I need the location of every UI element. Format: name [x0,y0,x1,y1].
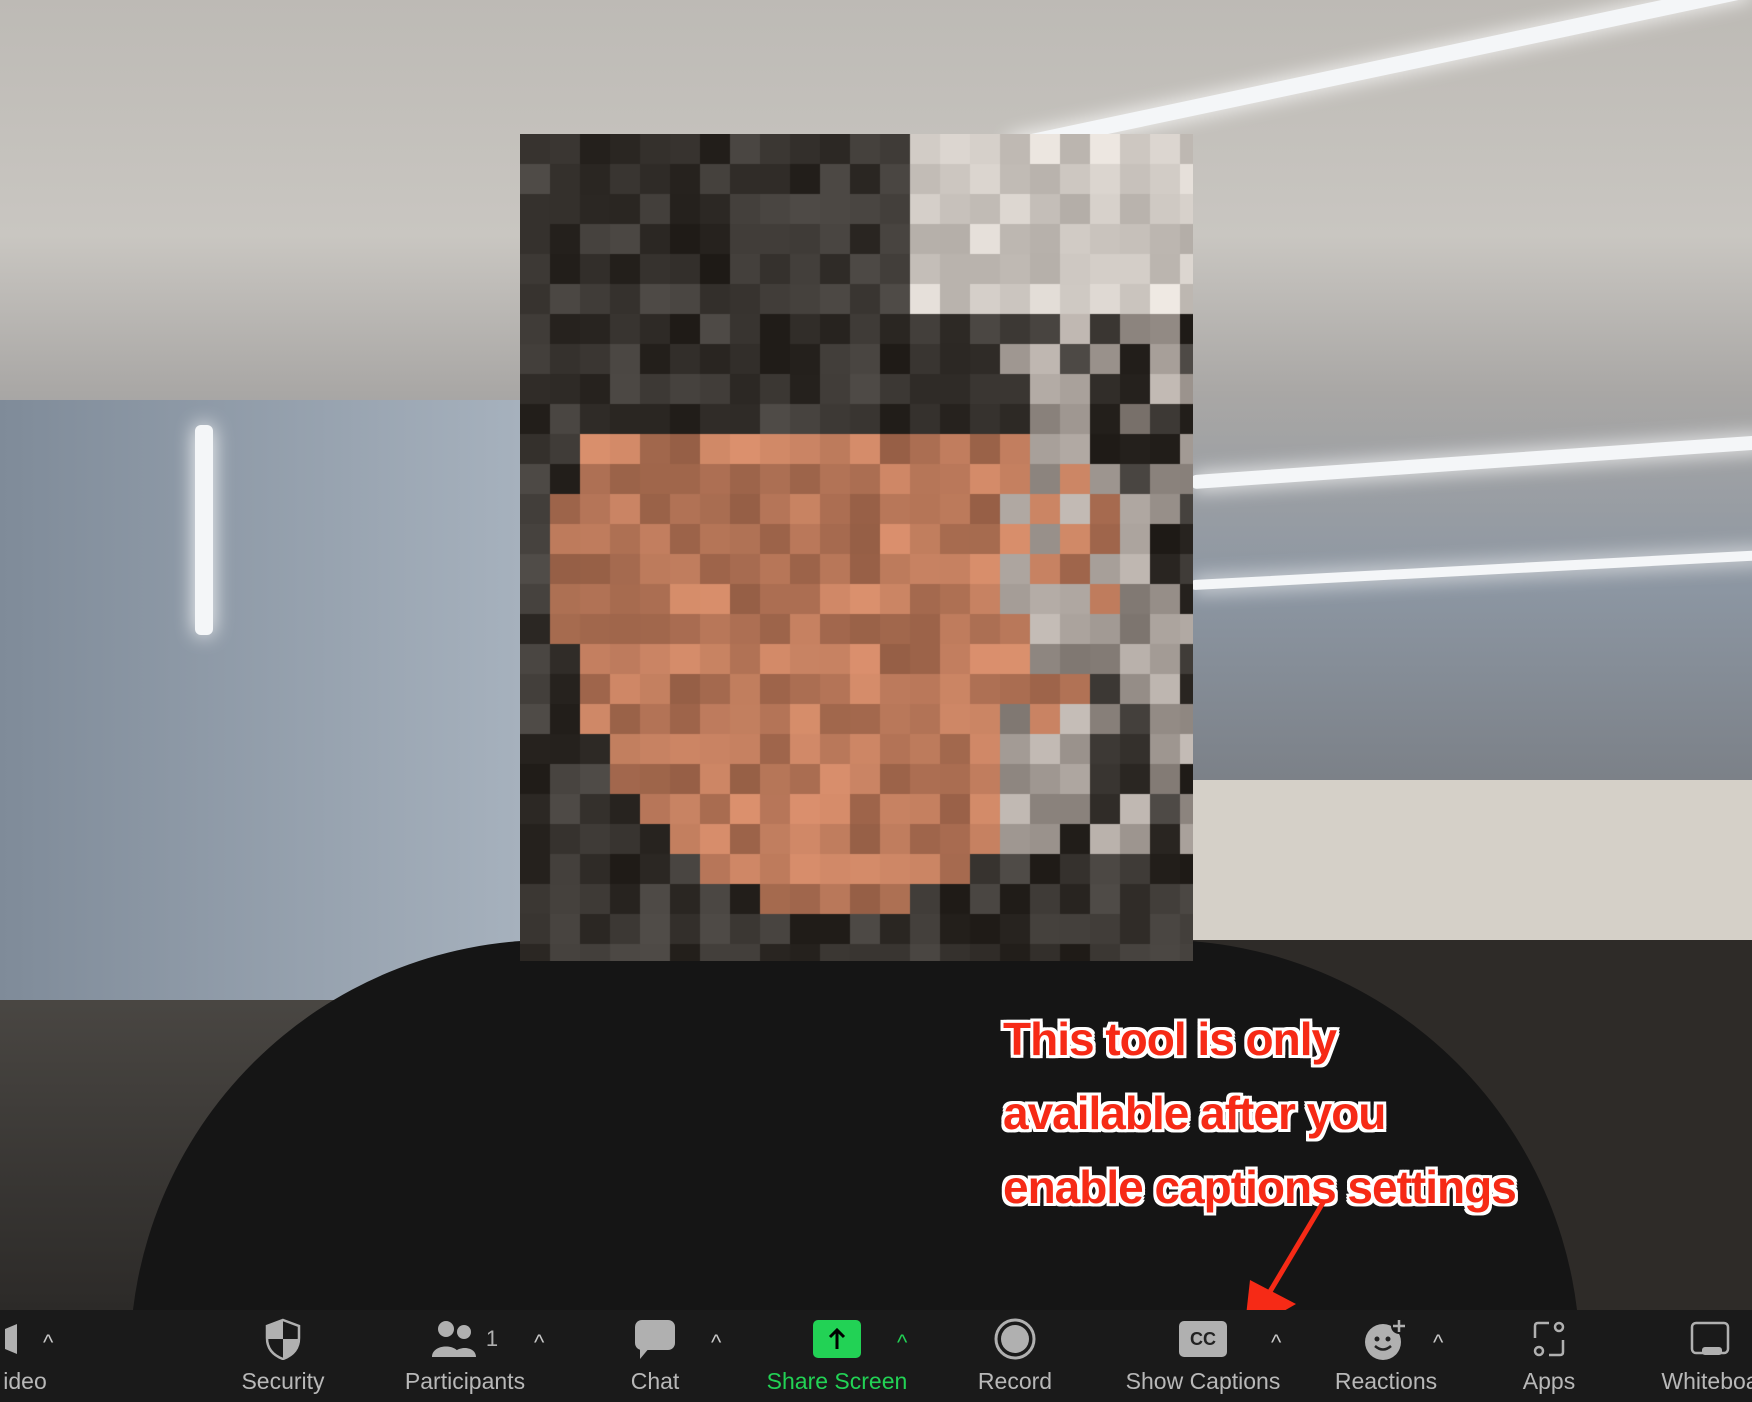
whiteboard-label: Whiteboa [1661,1368,1752,1394]
captions-options-caret[interactable]: ^ [1271,1330,1281,1356]
participants-label: Participants [404,1368,526,1394]
emoji-add-icon [1365,1318,1407,1360]
participants-options-caret[interactable]: ^ [534,1330,544,1356]
video-button[interactable]: ideo [0,1310,70,1402]
reactions-button[interactable]: Reactions [1326,1310,1446,1402]
whiteboard-button[interactable]: Whiteboa [1645,1310,1752,1402]
show-captions-button[interactable]: CC Show Captions [1113,1310,1293,1402]
annotation-arrow [1244,1199,1327,1334]
participants-button[interactable]: 1 Participants [395,1310,535,1402]
reactions-label: Reactions [1334,1368,1438,1394]
share-screen-button[interactable]: Share Screen [757,1310,917,1402]
chat-bubble-icon [635,1320,675,1359]
meeting-toolbar: ideo ^ Security 1 Participants ^ Chat ^ … [0,1310,1752,1402]
apps-label: Apps [1522,1368,1576,1394]
chat-button[interactable]: Chat [605,1310,705,1402]
share-screen-label: Share Screen [766,1368,908,1394]
record-label: Record [977,1368,1053,1394]
chat-label: Chat [630,1368,680,1394]
apps-button[interactable]: Apps [1499,1310,1599,1402]
participant-count: 1 [485,1326,499,1351]
security-button[interactable]: Security [223,1310,343,1402]
video-options-caret[interactable]: ^ [43,1330,53,1356]
cc-icon: CC [1179,1321,1227,1357]
show-captions-label: Show Captions [1125,1368,1281,1394]
security-label: Security [241,1368,325,1394]
apps-icon [1533,1321,1565,1357]
share-screen-options-caret[interactable]: ^ [897,1330,907,1356]
record-button[interactable]: Record [955,1310,1075,1402]
chat-options-caret[interactable]: ^ [711,1330,721,1356]
video-label: ideo [3,1368,47,1394]
record-icon [994,1318,1036,1360]
shield-icon [265,1318,301,1360]
whiteboard-icon [1690,1321,1730,1355]
participants-icon [431,1321,476,1357]
video-camera-icon [5,1324,17,1354]
share-screen-icon [813,1320,861,1358]
reactions-options-caret[interactable]: ^ [1433,1330,1443,1356]
